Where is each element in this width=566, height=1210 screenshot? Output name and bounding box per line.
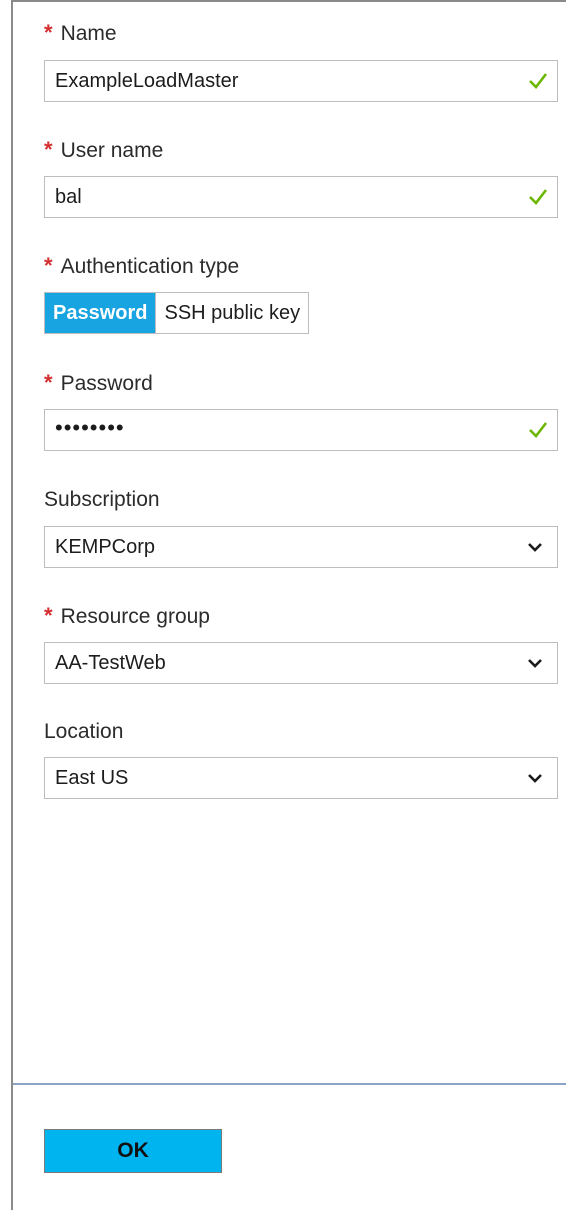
password-field[interactable]: •••••••• [44, 409, 558, 451]
auth-type-toggle: Password SSH public key [44, 292, 310, 334]
user-name-field[interactable]: bal [44, 176, 558, 218]
name-value: ExampleLoadMaster [55, 70, 239, 92]
subscription-select[interactable]: KEMPCorp [44, 526, 558, 568]
resource-group-select[interactable]: AA-TestWeb [44, 642, 558, 684]
auth-type-label: * Authentication type [44, 253, 240, 278]
resource-group-label: * Resource group [44, 603, 210, 628]
user-name-label: * User name [44, 137, 164, 162]
password-value: •••••••• [55, 415, 125, 440]
location-label: Location [44, 720, 124, 743]
auth-option-password[interactable]: Password [45, 293, 156, 333]
required-marker: * [44, 20, 53, 45]
required-marker: * [44, 253, 53, 278]
checkmark-icon [529, 73, 548, 89]
subscription-value: KEMPCorp [55, 536, 156, 558]
checkmark-icon [529, 189, 548, 205]
name-label: * Name [44, 20, 117, 45]
chevron-down-icon [528, 543, 542, 552]
location-value: East US [55, 767, 129, 789]
checkmark-icon [529, 422, 548, 438]
name-field[interactable]: ExampleLoadMaster [44, 60, 558, 102]
panel-left-border [11, 0, 13, 1210]
user-name-value: bal [55, 186, 82, 208]
required-marker: * [44, 137, 53, 162]
required-marker: * [44, 603, 53, 628]
panel-top-border [11, 0, 566, 2]
auth-option-ssh-public-key[interactable]: SSH public key [155, 293, 309, 333]
chevron-down-icon [528, 659, 542, 668]
ok-button[interactable]: OK [44, 1129, 222, 1173]
subscription-label: Subscription [44, 488, 160, 511]
footer-divider [13, 1083, 566, 1085]
resource-group-value: AA-TestWeb [55, 652, 166, 674]
required-marker: * [44, 370, 53, 395]
chevron-down-icon [528, 774, 542, 783]
password-label: * Password [44, 370, 153, 395]
location-select[interactable]: East US [44, 757, 558, 799]
